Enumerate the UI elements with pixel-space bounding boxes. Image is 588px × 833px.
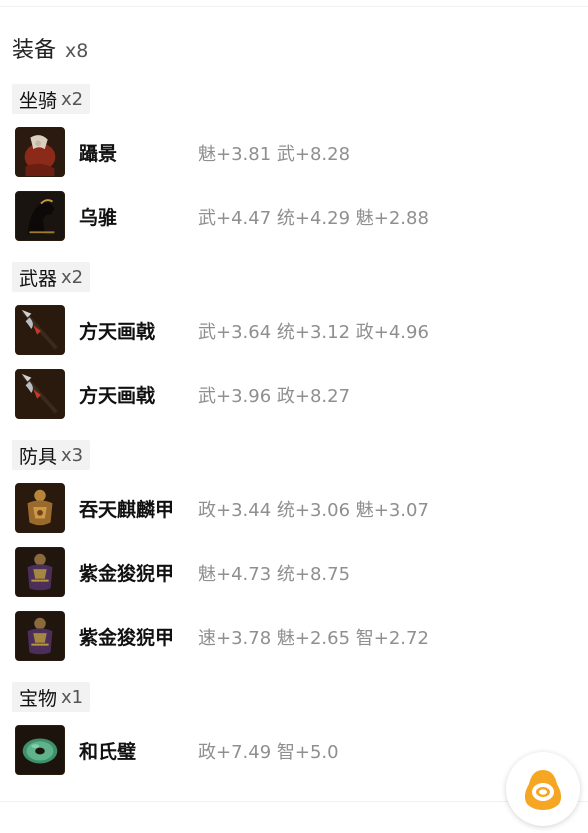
category-count: x3 (61, 444, 84, 466)
category-header-weapon: 武器 x2 (12, 262, 91, 292)
armor-purple-icon (15, 547, 65, 597)
item-name: 方天画戟 (79, 385, 156, 407)
item-stats: 武+3.64 统+3.12 政+4.96 (198, 322, 429, 343)
horse-black-icon (15, 191, 65, 241)
item-name: 紫金狻猊甲 (79, 627, 175, 649)
bottom-divider (0, 801, 588, 802)
item-stats: 政+3.44 统+3.06 魅+3.07 (198, 500, 429, 521)
list-item[interactable]: 方天画戟 武+3.64 统+3.12 政+4.96 (15, 305, 575, 355)
top-divider (0, 6, 588, 7)
item-stats: 速+3.78 魅+2.65 智+2.72 (198, 628, 429, 649)
list-item[interactable]: 紫金狻猊甲 魅+4.73 统+8.75 (15, 547, 575, 597)
item-name: 乌骓 (79, 207, 118, 229)
list-item[interactable]: 乌骓 武+4.47 统+4.29 魅+2.88 (15, 191, 575, 241)
item-stats: 魅+4.73 统+8.75 (198, 564, 351, 585)
category-label: 宝物 (19, 687, 58, 710)
category-count: x2 (61, 266, 84, 288)
item-name: 躡景 (79, 143, 118, 165)
jade-disc-icon (15, 725, 65, 775)
item-name: 方天画戟 (79, 321, 156, 343)
item-name: 紫金狻猊甲 (79, 563, 175, 585)
item-stats: 武+3.96 政+8.27 (198, 386, 351, 407)
category-count: x1 (61, 686, 84, 708)
list-item[interactable]: 吞天麒麟甲 政+3.44 统+3.06 魅+3.07 (15, 483, 575, 533)
section-title-label: 装备 (12, 38, 57, 63)
horse-red-icon (15, 127, 65, 177)
category-label: 防具 (19, 445, 58, 468)
assistant-button[interactable] (506, 752, 580, 826)
item-name: 吞天麒麟甲 (79, 499, 175, 521)
list-item[interactable]: 和氏璧 政+7.49 智+5.0 (15, 725, 575, 775)
section-title: 装备 x8 (12, 32, 88, 64)
item-stats: 政+7.49 智+5.0 (198, 742, 339, 763)
armor-purple-icon (15, 611, 65, 661)
item-stats: 魅+3.81 武+8.28 (198, 144, 351, 165)
list-item[interactable]: 方天画戟 武+3.96 政+8.27 (15, 369, 575, 419)
category-label: 武器 (19, 267, 58, 290)
armor-gold-icon (15, 483, 65, 533)
list-item[interactable]: 紫金狻猊甲 速+3.78 魅+2.65 智+2.72 (15, 611, 575, 661)
halberd-icon (15, 369, 65, 419)
category-header-mount: 坐骑 x2 (12, 84, 91, 114)
assistant-penguin-icon (524, 770, 562, 810)
category-label: 坐骑 (19, 89, 58, 112)
list-item[interactable]: 躡景 魅+3.81 武+8.28 (15, 127, 575, 177)
category-count: x2 (61, 88, 84, 110)
halberd-icon (15, 305, 65, 355)
item-stats: 武+4.47 统+4.29 魅+2.88 (198, 208, 429, 229)
category-header-armor: 防具 x3 (12, 440, 91, 470)
category-header-treasure: 宝物 x1 (12, 682, 91, 712)
section-count: x8 (65, 40, 89, 62)
item-name: 和氏璧 (79, 741, 137, 763)
